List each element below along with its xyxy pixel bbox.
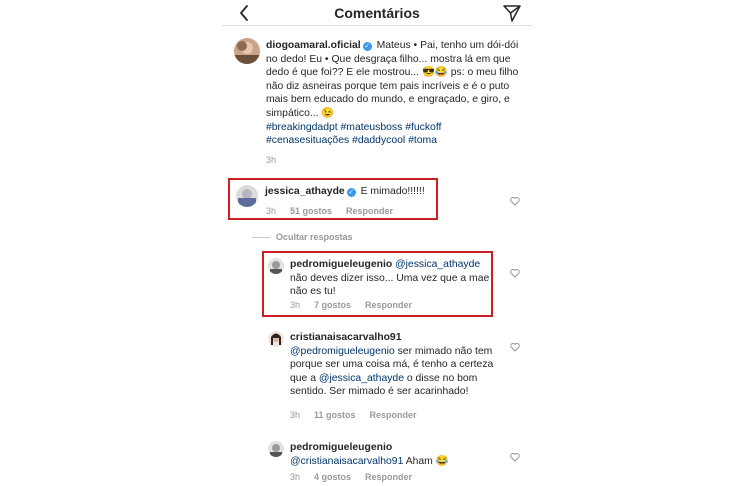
reply-username[interactable]: pedromigueleugenio [290,259,392,270]
heart-icon[interactable] [510,452,520,462]
reply-button[interactable]: Responder [370,410,417,420]
avatar[interactable] [234,38,260,64]
reply-meta: 3h 4 gostos Responder [290,472,426,482]
comment-likes[interactable]: 51 gostos [290,206,332,216]
post-meta: 3h [266,155,290,165]
avatar[interactable] [268,258,284,274]
avatar[interactable] [268,441,284,457]
post-caption: diogoamaral.oficial ✓ Mateus • Pai, tenho… [266,39,524,148]
reply-likes[interactable]: 11 gostos [314,410,356,420]
direct-send-icon[interactable] [502,3,522,23]
reply-mention[interactable]: @jessica_athayde [395,259,480,270]
hide-replies-button[interactable]: Ocultar respostas [276,232,353,242]
comment-time: 3h [266,206,277,216]
post-hashtags[interactable]: #breakingdadpt #mateusboss #fuckoff #cen… [266,122,441,147]
verified-badge-icon: ✓ [362,42,372,51]
reply-time: 3h [290,472,301,482]
reply-button[interactable]: Responder [365,472,412,482]
reply-likes[interactable]: 4 gostos [314,472,351,482]
avatar[interactable] [236,185,258,207]
comment-meta: 3h 51 gostos Responder [266,206,407,216]
reply-username[interactable]: pedromigueleugenio [290,442,392,453]
reply-username[interactable]: cristianaisacarvalho91 [290,332,401,343]
reply-text: pedromigueleugenio @cristianaisacarvalho… [290,441,500,468]
header-bar: Comentários [222,0,532,26]
reply-mention[interactable]: @cristianaisacarvalho91 [290,456,403,467]
comment-text: jessica_athayde ✓ E mimado!!!!!! [265,185,445,199]
comment-body: E mimado!!!!!! [360,186,425,197]
verified-badge-icon: ✓ [346,188,356,197]
reply-button[interactable]: Responder [346,206,393,216]
reply-text: cristianaisacarvalho91 @pedromigueleugen… [290,331,500,399]
reply-time: 3h [290,410,301,420]
heart-icon[interactable] [510,196,520,206]
reply-time: 3h [290,300,301,310]
divider [252,237,270,238]
post-username[interactable]: diogoamaral.oficial [266,40,361,51]
reply-body: não deves dizer isso... Uma vez que a ma… [290,272,490,298]
comments-screen: Comentários diogoamaral.oficial ✓ Mateus … [222,0,532,486]
reply-body: Aham 😂 [405,455,449,467]
comment-username[interactable]: jessica_athayde [265,186,345,197]
post-time: 3h [266,155,277,165]
reply-meta: 3h 11 gostos Responder [290,410,431,420]
reply-likes[interactable]: 7 gostos [314,300,351,310]
post-text: Mateus • Pai, tenho um dói-dói no dedo! … [266,40,519,119]
reply-text: pedromigueleugenio @jessica_athayde não … [290,258,490,299]
reply-mention[interactable]: @jessica_athayde [319,373,404,384]
reply-mention[interactable]: @pedromigueleugenio [290,346,395,357]
heart-icon[interactable] [510,342,520,352]
reply-meta: 3h 7 gostos Responder [290,300,426,310]
avatar[interactable] [268,331,284,347]
reply-button[interactable]: Responder [365,300,412,310]
heart-icon[interactable] [510,268,520,278]
page-title: Comentários [334,5,420,21]
